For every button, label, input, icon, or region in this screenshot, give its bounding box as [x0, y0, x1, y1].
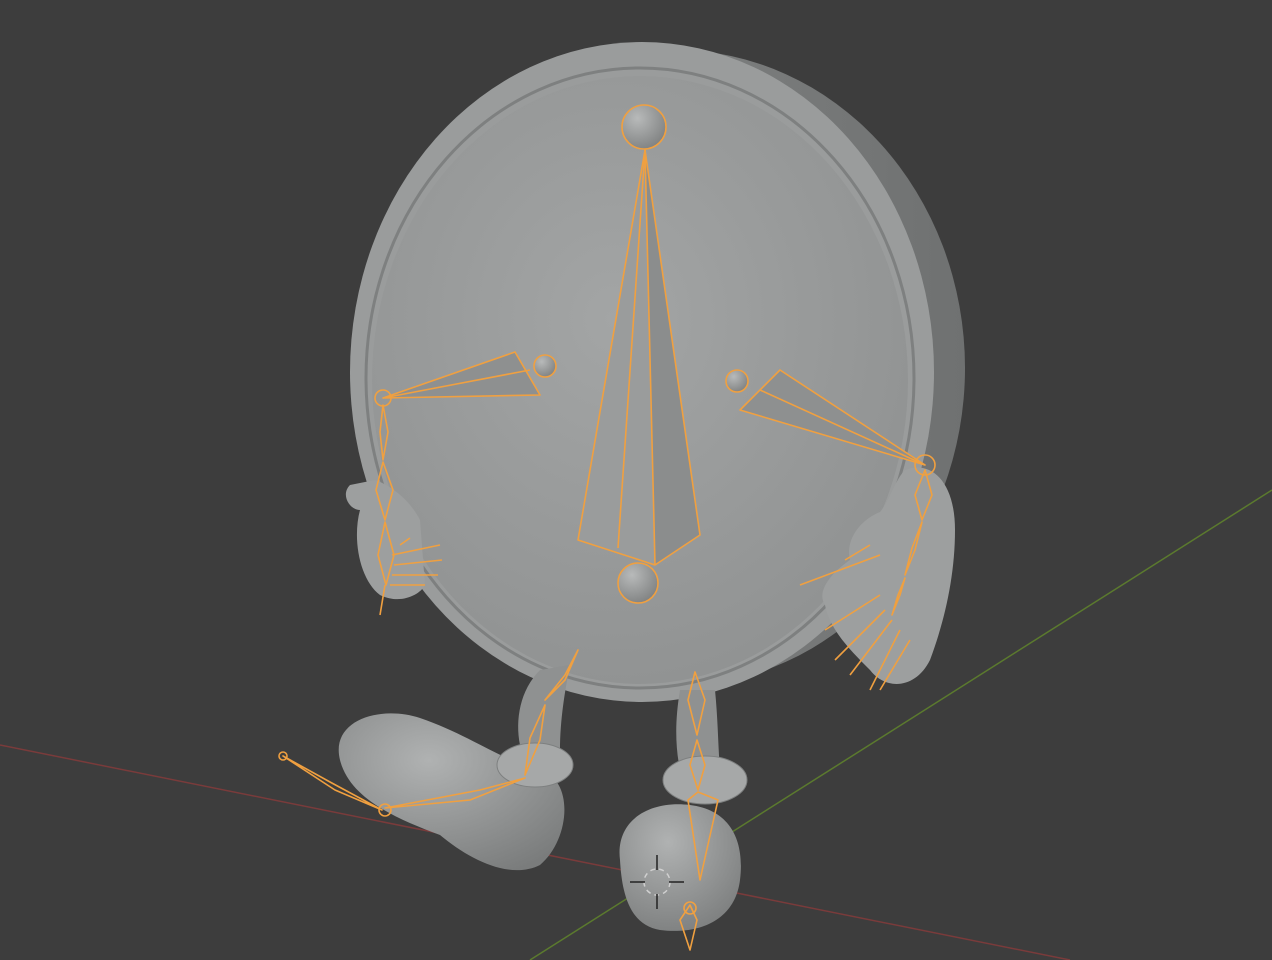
3d-viewport[interactable] [0, 0, 1272, 960]
left-cuff [496, 742, 574, 788]
right-shoe [619, 804, 741, 931]
